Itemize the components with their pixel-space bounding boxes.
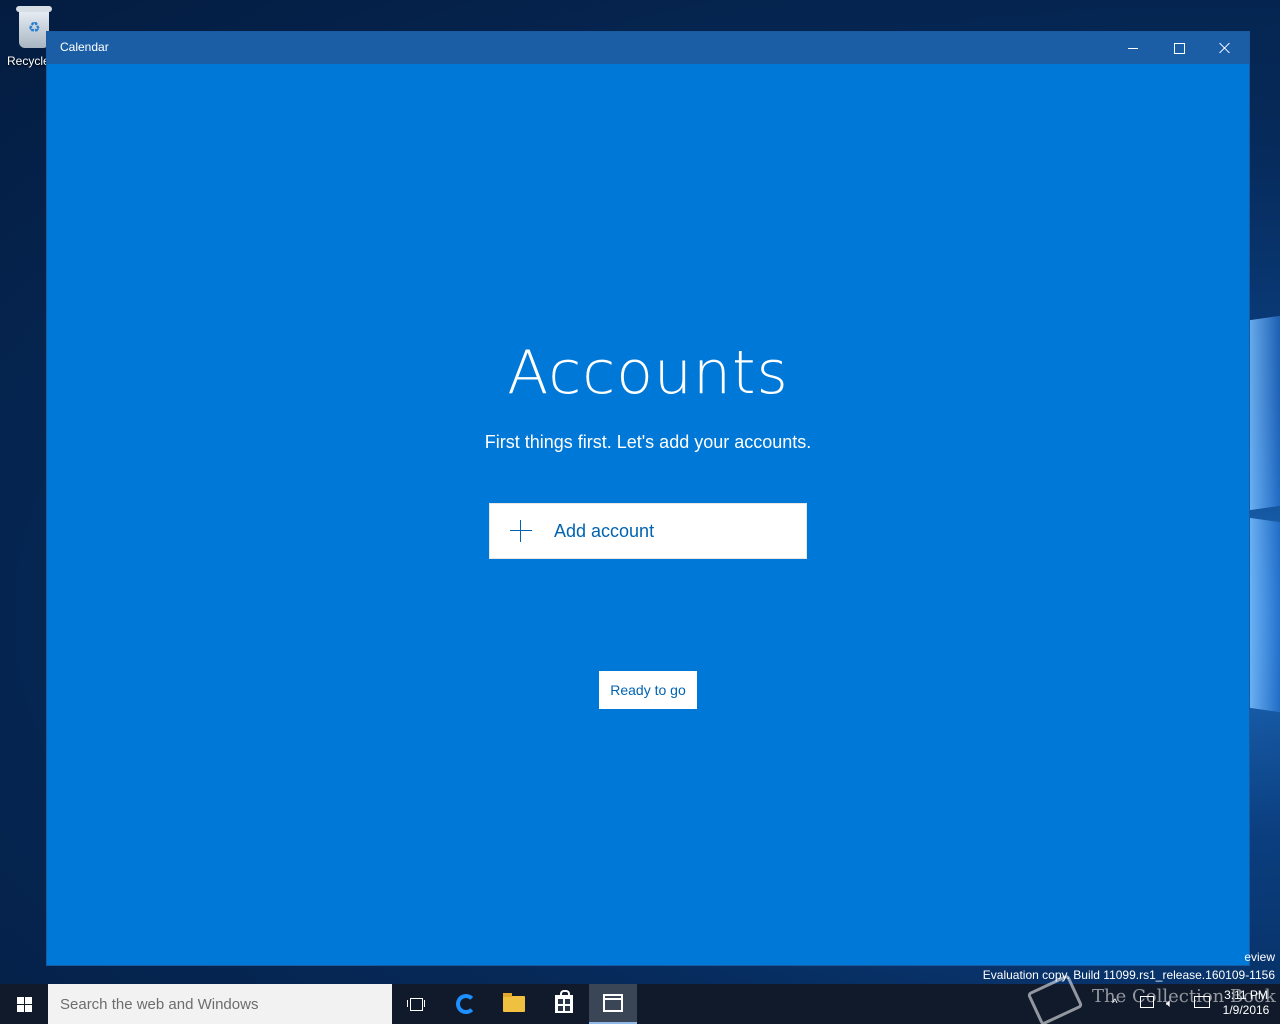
minimize-icon: [1128, 47, 1138, 49]
folder-icon: [503, 993, 525, 1012]
add-account-label: Add account: [554, 520, 655, 541]
calendar-icon: [603, 994, 623, 1012]
desktop: ♻ Recycle Calendar Accounts First things…: [0, 0, 1280, 1024]
watermark-text: The Collection Book: [1092, 986, 1276, 1007]
recycle-bin-icon: ♻: [16, 6, 52, 48]
task-view-button[interactable]: [392, 984, 440, 1024]
ready-to-go-button[interactable]: Ready to go: [599, 671, 697, 709]
maximize-button[interactable]: [1156, 32, 1202, 64]
window-title: Calendar: [60, 40, 109, 54]
start-button[interactable]: [0, 984, 48, 1024]
plus-icon: [510, 520, 532, 542]
page-title: Accounts: [507, 338, 789, 408]
task-view-icon: [407, 997, 425, 1011]
minimize-button[interactable]: [1110, 32, 1156, 64]
wallpaper-beam: [1250, 315, 1280, 511]
close-icon: [1219, 42, 1231, 54]
store-taskbar-button[interactable]: [540, 984, 588, 1024]
edge-taskbar-button[interactable]: [442, 984, 490, 1024]
store-icon: [555, 990, 573, 1013]
edge-icon: [456, 994, 476, 1014]
title-bar[interactable]: Calendar: [47, 32, 1249, 64]
file-explorer-taskbar-button[interactable]: [490, 984, 538, 1024]
windows-logo-icon: [16, 996, 32, 1012]
page-subtitle: First things first. Let's add your accou…: [484, 432, 812, 452]
search-box[interactable]: Search the web and Windows: [48, 984, 392, 1024]
site-watermark: The Collection Book: [1026, 973, 1276, 1024]
calendar-window: Calendar Accounts First things first. Le…: [47, 32, 1249, 965]
wallpaper-beam: [1250, 517, 1280, 713]
add-account-button[interactable]: Add account: [489, 503, 807, 559]
calendar-taskbar-button[interactable]: [589, 984, 637, 1024]
close-button[interactable]: [1202, 32, 1248, 64]
maximize-icon: [1173, 42, 1185, 54]
evaluation-watermark-line1: eview: [1244, 950, 1275, 964]
book-icon: [1026, 973, 1084, 1024]
